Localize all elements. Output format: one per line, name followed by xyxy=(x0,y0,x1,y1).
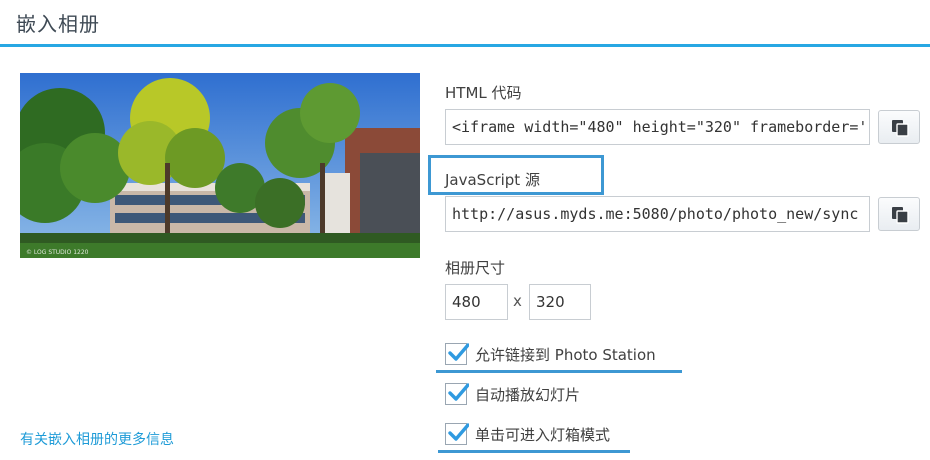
dialog-header: 嵌入相册 xyxy=(0,0,930,47)
checkmark-icon xyxy=(448,423,469,441)
html-code-field[interactable]: <iframe width="480" height="320" framebo… xyxy=(445,109,870,145)
allow-link-option[interactable]: 允许链接到 Photo Station xyxy=(445,342,656,366)
allow-link-underline xyxy=(436,370,682,373)
copy-icon xyxy=(892,207,909,224)
page-title: 嵌入相册 xyxy=(16,12,100,36)
copy-icon xyxy=(892,120,909,137)
javascript-source-label: JavaScript 源 xyxy=(445,171,540,189)
html-code-label: HTML 代码 xyxy=(445,84,522,102)
album-preview-image: © LOG STUDIO 1220 xyxy=(20,73,420,258)
album-size-label: 相册尺寸 xyxy=(445,259,506,277)
autoplay-option[interactable]: 自动播放幻灯片 xyxy=(445,382,580,406)
size-separator: x xyxy=(513,292,522,310)
photo-watermark: © LOG STUDIO 1220 xyxy=(26,249,89,256)
width-input[interactable]: 480 xyxy=(445,284,508,320)
lightbox-underline xyxy=(438,450,630,453)
album-photo: © LOG STUDIO 1220 xyxy=(20,73,420,258)
copy-html-button[interactable] xyxy=(878,110,920,144)
javascript-source-field[interactable]: http://asus.myds.me:5080/photo/photo_new… xyxy=(445,196,870,232)
lightbox-label: 单击可进入灯箱模式 xyxy=(475,425,611,444)
lightbox-option[interactable]: 单击可进入灯箱模式 xyxy=(445,422,610,446)
allow-link-label: 允许链接到 Photo Station xyxy=(475,345,656,364)
checkmark-icon xyxy=(448,343,469,361)
more-info-link[interactable]: 有关嵌入相册的更多信息 xyxy=(20,429,174,449)
autoplay-label: 自动播放幻灯片 xyxy=(475,385,581,404)
allow-link-checkbox[interactable] xyxy=(445,343,469,365)
copy-javascript-button[interactable] xyxy=(878,197,920,231)
checkmark-icon xyxy=(448,383,469,401)
lightbox-checkbox[interactable] xyxy=(445,423,469,445)
height-input[interactable]: 320 xyxy=(529,284,591,320)
autoplay-checkbox[interactable] xyxy=(445,383,469,405)
